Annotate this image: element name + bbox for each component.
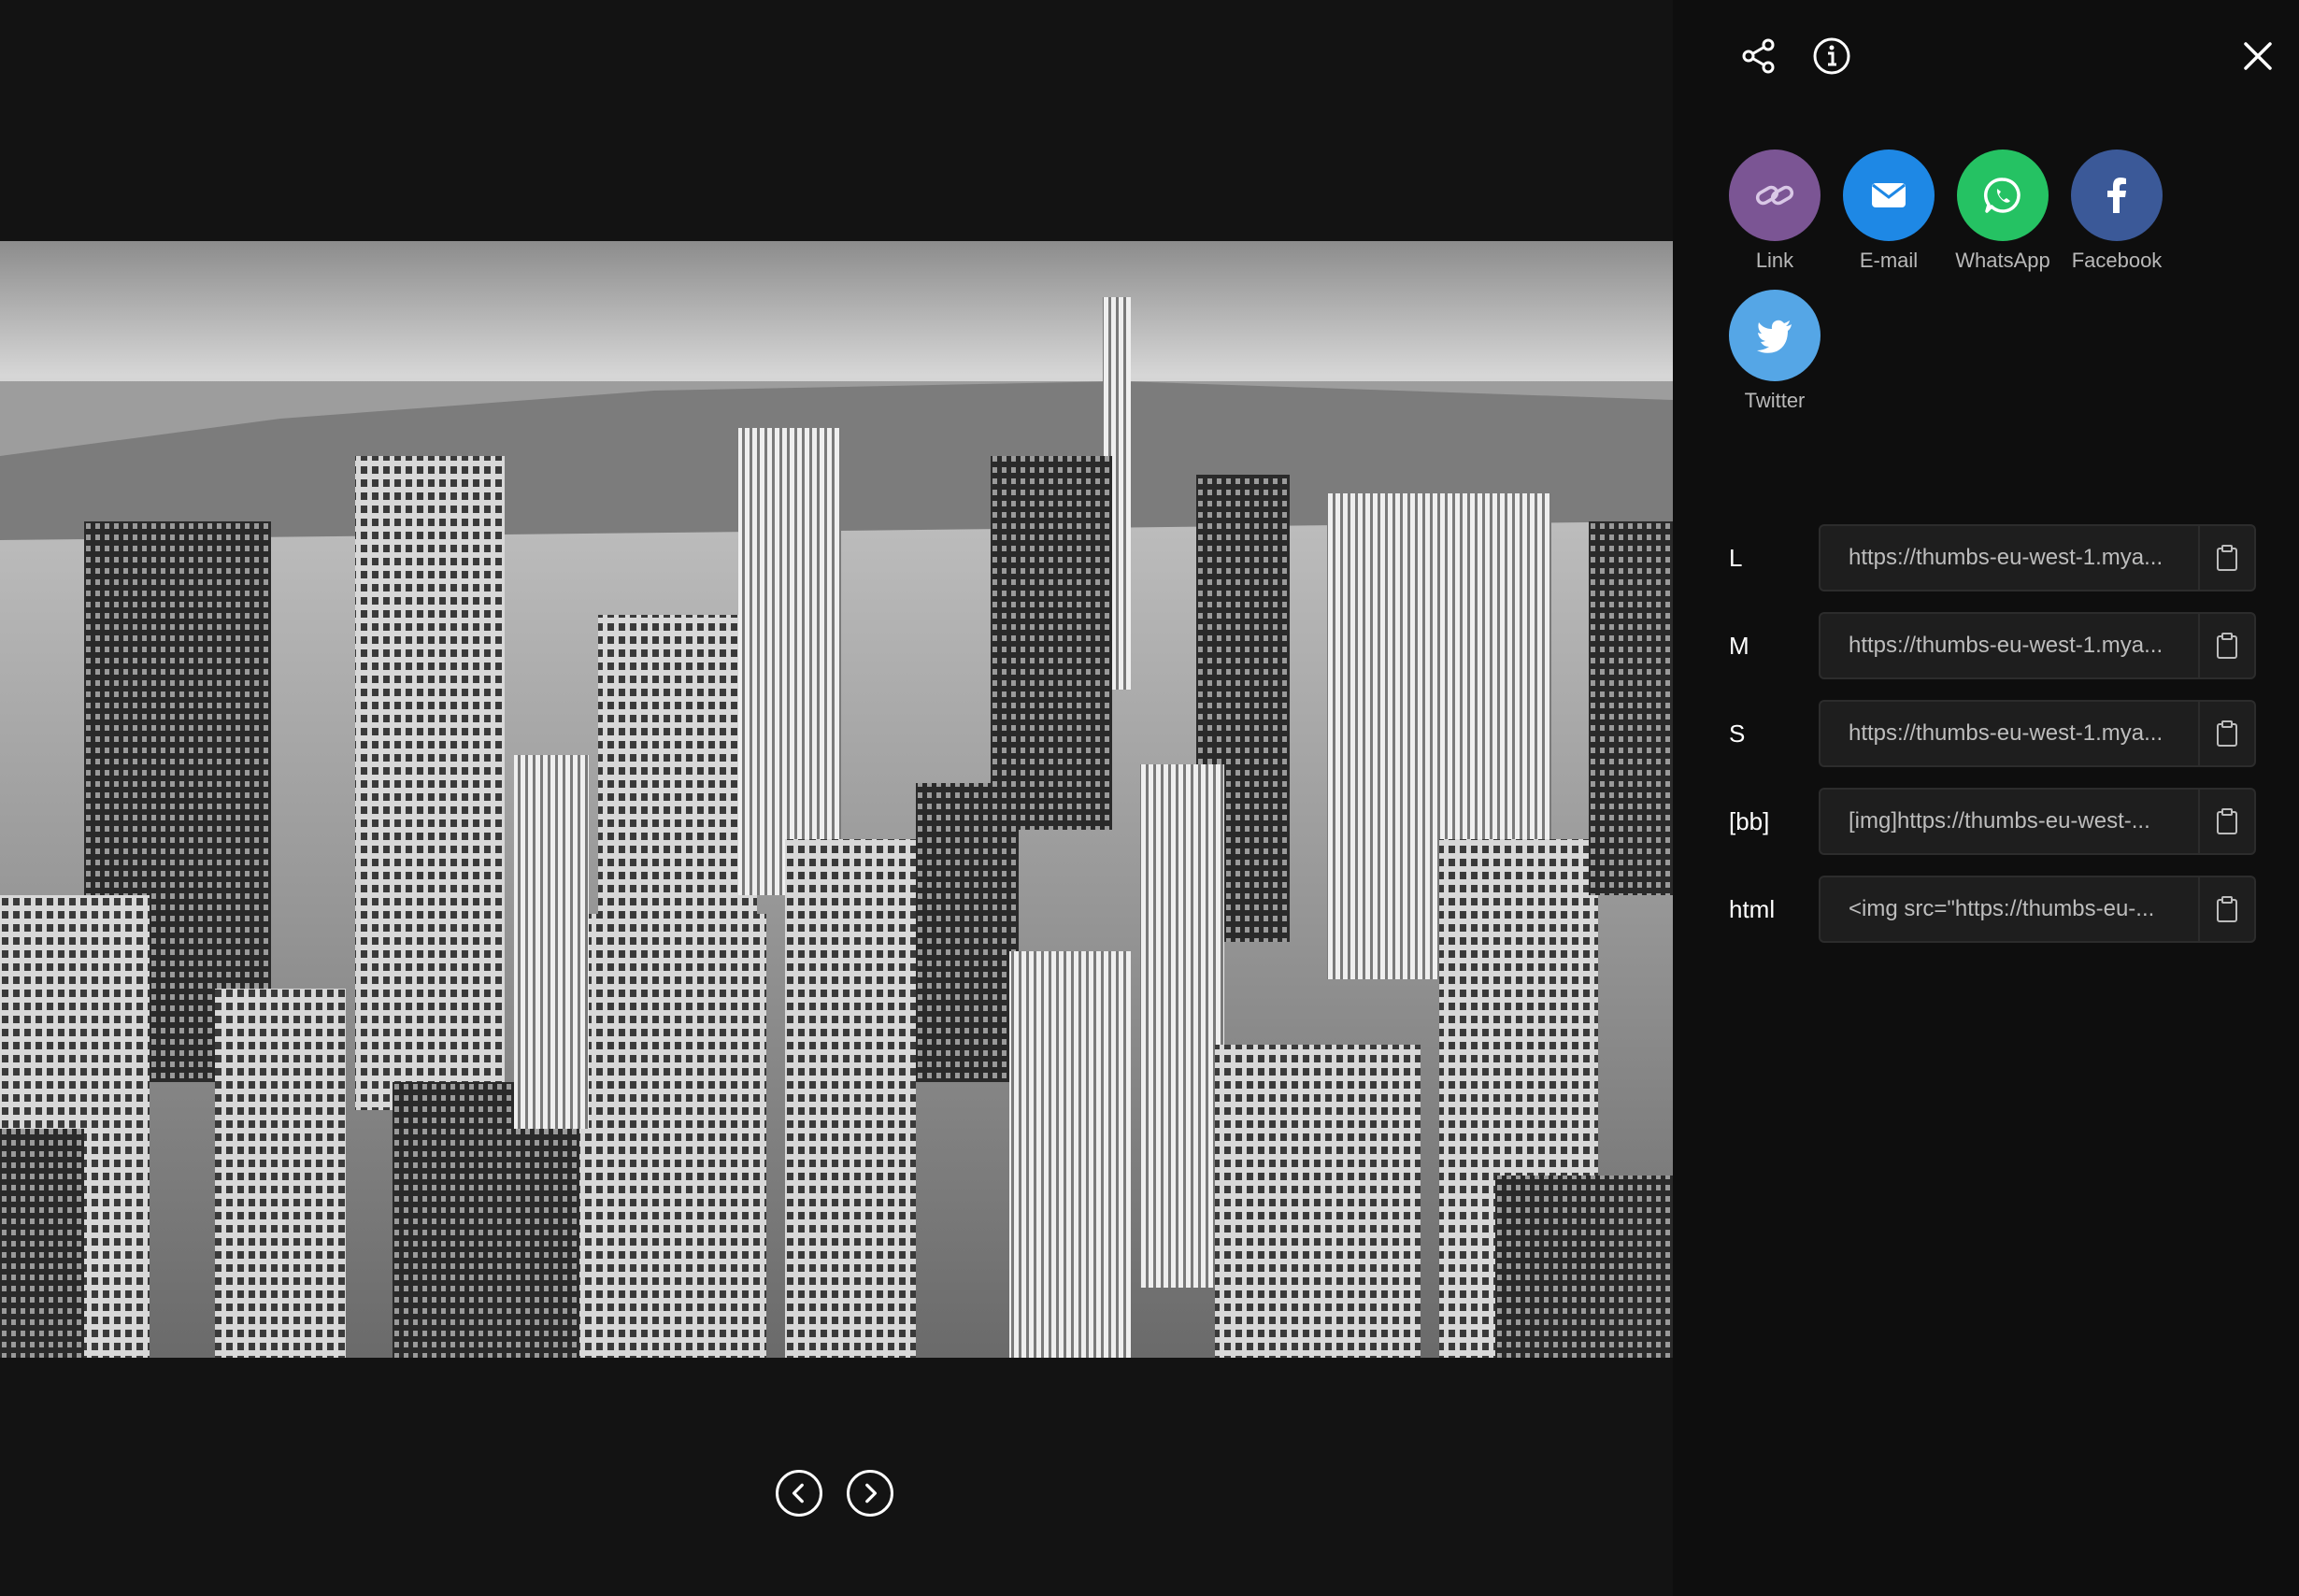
share-facebook-label: Facebook bbox=[2071, 249, 2163, 272]
twitter-icon bbox=[1757, 320, 1792, 353]
city-skyline-photo bbox=[0, 241, 1673, 1358]
embed-row-bb: [bb] [img]https://thumbs-eu-west-... bbox=[1729, 788, 2256, 855]
envelope-icon bbox=[1872, 183, 1906, 207]
share-toggle-button[interactable] bbox=[1738, 36, 1779, 77]
share-twitter-circle[interactable] bbox=[1729, 290, 1821, 381]
clipboard-icon bbox=[2217, 896, 2237, 922]
copy-button[interactable] bbox=[2198, 524, 2256, 591]
embed-url-field[interactable]: https://thumbs-eu-west-1.mya... bbox=[1819, 700, 2198, 767]
share-link[interactable]: Link bbox=[1723, 150, 1826, 273]
link-icon bbox=[1755, 185, 1794, 206]
image-viewer bbox=[0, 0, 1673, 1596]
facebook-icon bbox=[2107, 178, 2126, 213]
embed-row-label: [bb] bbox=[1729, 807, 1770, 835]
share-twitter[interactable]: Twitter bbox=[1723, 290, 1826, 413]
clipboard-icon bbox=[2217, 808, 2237, 834]
embed-row-s: S https://thumbs-eu-west-1.mya... bbox=[1729, 700, 2256, 767]
clipboard-icon bbox=[2217, 720, 2237, 747]
embed-url-field[interactable]: https://thumbs-eu-west-1.mya... bbox=[1819, 612, 2198, 679]
previous-image-button[interactable] bbox=[776, 1470, 822, 1517]
info-icon bbox=[1813, 37, 1850, 75]
share-email-label: E-mail bbox=[1859, 249, 1919, 272]
next-image-button[interactable] bbox=[847, 1470, 893, 1517]
embed-row-m: M https://thumbs-eu-west-1.mya... bbox=[1729, 612, 2256, 679]
embed-row-label: M bbox=[1729, 632, 1749, 660]
whatsapp-icon bbox=[1983, 178, 2021, 213]
copy-button[interactable] bbox=[2198, 788, 2256, 855]
share-panel: Link E-mail WhatsApp Facebook Twitter L … bbox=[1673, 0, 2299, 1596]
copy-button[interactable] bbox=[2198, 700, 2256, 767]
embed-code-field[interactable]: <img src="https://thumbs-eu-... bbox=[1819, 876, 2198, 943]
share-whatsapp-circle[interactable] bbox=[1957, 150, 2049, 241]
embed-row-label: S bbox=[1729, 720, 1746, 748]
chevron-left-icon bbox=[792, 1483, 804, 1503]
share-email-circle[interactable] bbox=[1843, 150, 1935, 241]
embed-code-field[interactable]: [img]https://thumbs-eu-west-... bbox=[1819, 788, 2198, 855]
close-button[interactable] bbox=[2237, 36, 2278, 77]
embed-row-html: html <img src="https://thumbs-eu-... bbox=[1729, 876, 2256, 943]
share-icon bbox=[1742, 38, 1775, 74]
embed-url-field[interactable]: https://thumbs-eu-west-1.mya... bbox=[1819, 524, 2198, 591]
embed-row-label: html bbox=[1729, 895, 1776, 923]
chevron-right-icon bbox=[865, 1483, 878, 1503]
share-email[interactable]: E-mail bbox=[1837, 150, 1940, 273]
close-icon bbox=[2244, 42, 2272, 70]
embed-row-label: L bbox=[1729, 544, 1743, 572]
share-link-circle[interactable] bbox=[1729, 150, 1821, 241]
share-facebook[interactable]: Facebook bbox=[2065, 150, 2168, 273]
clipboard-icon bbox=[2217, 545, 2237, 571]
info-button[interactable] bbox=[1811, 36, 1852, 77]
embed-row-l: L https://thumbs-eu-west-1.mya... bbox=[1729, 524, 2256, 591]
share-whatsapp[interactable]: WhatsApp bbox=[1951, 150, 2054, 273]
copy-button[interactable] bbox=[2198, 876, 2256, 943]
copy-button[interactable] bbox=[2198, 612, 2256, 679]
share-whatsapp-label: WhatsApp bbox=[1955, 249, 2050, 272]
clipboard-icon bbox=[2217, 633, 2237, 659]
share-twitter-label: Twitter bbox=[1744, 389, 1806, 412]
share-facebook-circle[interactable] bbox=[2071, 150, 2163, 241]
share-link-label: Link bbox=[1755, 249, 1794, 272]
